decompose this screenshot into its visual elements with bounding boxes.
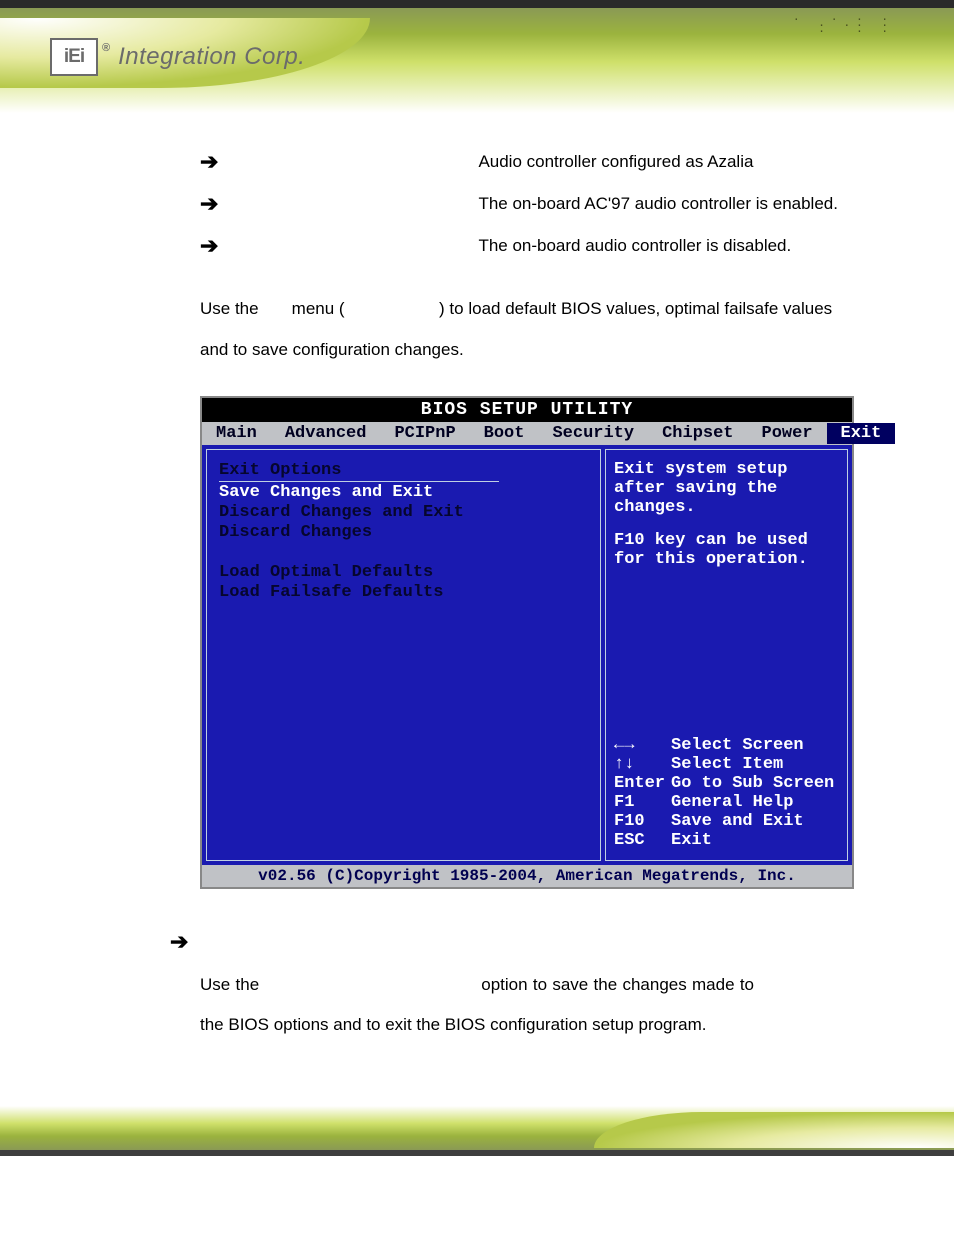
list-item: ➔ Audio controller configured as Azalia — [200, 149, 854, 175]
key-row: EnterGo to Sub Screen — [614, 774, 840, 793]
key-desc: General Help — [671, 793, 840, 812]
key-symbol: ↑↓ — [614, 755, 671, 774]
logo-mark: iEi — [50, 38, 98, 76]
bios-tab-exit[interactable]: Exit — [827, 423, 896, 444]
intro-text-2: menu ( — [292, 299, 345, 318]
bios-title-bar: BIOS SETUP UTILITY — [202, 398, 852, 422]
bios-help-text-2: F10 key can be used for this operation. — [614, 531, 839, 569]
registered-mark: ® — [102, 42, 110, 54]
bios-tab-security[interactable]: Security — [538, 423, 648, 444]
bios-tab-power[interactable]: Power — [748, 423, 827, 444]
bios-tab-boot[interactable]: Boot — [470, 423, 539, 444]
arrow-right-icon: ➔ — [200, 233, 218, 259]
key-symbol: F10 — [614, 812, 671, 831]
bios-tab-main[interactable]: Main — [202, 423, 271, 444]
bios-tab-advanced[interactable]: Advanced — [271, 423, 381, 444]
bios-option-discard[interactable]: Discard Changes — [219, 523, 588, 542]
arrow-right-icon: ➔ — [200, 191, 218, 217]
spacer — [614, 517, 839, 531]
list-item-text: The on-board AC'97 audio controller is e… — [478, 194, 838, 214]
key-row: ESCExit — [614, 831, 840, 850]
page-footer — [0, 1106, 954, 1156]
exit-menu-intro: Use the menu ( ) to load default BIOS va… — [200, 289, 854, 371]
page-header: iEi ® Integration Corp. . . . . . .. . .… — [0, 0, 954, 113]
save-text-2: option to save the changes made to the B… — [200, 975, 754, 1035]
brand-logo: iEi ® Integration Corp. — [50, 38, 305, 76]
key-row: ↑↓Select Item — [614, 755, 840, 774]
key-desc: Exit — [671, 831, 840, 850]
bios-body: Exit Options Save Changes and Exit Disca… — [202, 445, 852, 865]
bios-option-save-exit[interactable]: Save Changes and Exit — [219, 483, 588, 502]
list-item: ➔ The on-board AC'97 audio controller is… — [200, 191, 854, 217]
audio-options-list: ➔ Audio controller configured as Azalia … — [200, 149, 854, 259]
bios-option-optimal-defaults[interactable]: Load Optimal Defaults — [219, 563, 588, 582]
bios-key-legend: ←→Select Screen ↑↓Select Item EnterGo to… — [614, 736, 839, 850]
bios-screenshot: BIOS SETUP UTILITY Main Advanced PCIPnP … — [200, 396, 854, 889]
key-desc: Save and Exit — [671, 812, 840, 831]
bios-left-pane: Exit Options Save Changes and Exit Disca… — [206, 449, 601, 861]
key-symbol: Enter — [614, 774, 671, 793]
heading-underline — [219, 481, 499, 482]
bios-right-pane: Exit system setup after saving the chang… — [605, 449, 848, 861]
arrow-right-icon: ➔ — [200, 149, 218, 175]
key-row: ←→Select Screen — [614, 736, 840, 755]
key-desc: Go to Sub Screen — [671, 774, 840, 793]
bios-tab-bar: Main Advanced PCIPnP Boot Security Chips… — [202, 422, 852, 445]
key-symbol: ESC — [614, 831, 671, 850]
key-symbol: ←→ — [614, 736, 671, 755]
key-desc: Select Screen — [671, 736, 840, 755]
save-section-arrow: ➔ — [170, 929, 854, 955]
bios-spacer — [219, 543, 588, 562]
exit-options-heading: Exit Options — [219, 461, 588, 480]
bios-help-text-1: Exit system setup after saving the chang… — [614, 460, 839, 517]
bios-option-discard-exit[interactable]: Discard Changes and Exit — [219, 503, 588, 522]
bios-tab-pcipnp[interactable]: PCIPnP — [380, 423, 469, 444]
list-item: ➔ The on-board audio controller is disab… — [200, 233, 854, 259]
key-desc: Select Item — [671, 755, 840, 774]
key-row: F10Save and Exit — [614, 812, 840, 831]
intro-text-1: Use the — [200, 299, 263, 318]
bios-footer: v02.56 (C)Copyright 1985-2004, American … — [202, 865, 852, 887]
key-row: F1General Help — [614, 793, 840, 812]
bios-tab-chipset[interactable]: Chipset — [648, 423, 747, 444]
list-item-text: Audio controller configured as Azalia — [478, 152, 753, 172]
footer-swoosh — [594, 1112, 954, 1148]
key-symbol: F1 — [614, 793, 671, 812]
decorative-dots: . . . . . .. . . . . — [793, 14, 894, 32]
bios-option-failsafe-defaults[interactable]: Load Failsafe Defaults — [219, 583, 588, 602]
brand-name: Integration Corp. — [118, 43, 305, 71]
save-changes-paragraph: Use the option to save the changes made … — [200, 965, 754, 1047]
save-text-1: Use the — [200, 975, 264, 994]
page-content: ➔ Audio controller configured as Azalia … — [0, 113, 954, 1106]
list-item-text: The on-board audio controller is disable… — [478, 236, 791, 256]
